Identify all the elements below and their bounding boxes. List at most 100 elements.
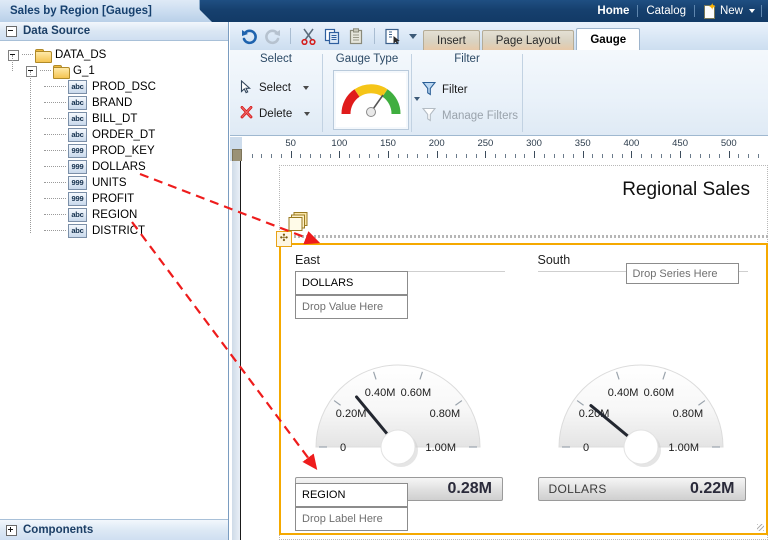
ruler-tick xyxy=(456,154,458,158)
tree-item-dollars[interactable]: 999 DOLLARS xyxy=(8,159,228,175)
move-cross-icon[interactable]: ✣ xyxy=(276,231,292,247)
tree-item-label: UNITS xyxy=(92,177,127,189)
label-field-box[interactable]: REGION xyxy=(295,483,408,507)
report-canvas[interactable]: Regional Sales ✣ East DOLLARS Drop Value H… xyxy=(230,161,768,540)
gauge-widget[interactable]: 0 0.20M 0.40M 0.60M 0.80M 1.00M xyxy=(546,325,736,475)
tab-label: Insert xyxy=(437,34,466,47)
chevron-down-icon[interactable] xyxy=(406,26,420,47)
gauge-chart-container[interactable]: East DOLLARS Drop Value Here 0 0.20M 0.40M 0.6… xyxy=(279,243,768,535)
components-title: Components xyxy=(23,524,94,536)
tab-gauge[interactable]: Gauge xyxy=(576,28,641,50)
tab-label: Page Layout xyxy=(495,34,561,47)
ruler-tick xyxy=(465,154,467,158)
ruler-tick xyxy=(699,154,701,158)
copy-icon[interactable] xyxy=(322,26,343,47)
document-tab[interactable]: Sales by Region [Gauges] xyxy=(0,0,200,22)
drop-series-here-box[interactable]: Drop Series Here xyxy=(625,263,739,284)
ruler-tick xyxy=(475,154,477,158)
ruler-tick xyxy=(514,154,516,158)
drop-label-here-box[interactable]: Drop Label Here xyxy=(295,507,408,531)
select-button[interactable]: Select xyxy=(230,75,322,101)
collapse-minus-icon[interactable] xyxy=(6,25,17,37)
drop-value-here-box[interactable]: Drop Value Here xyxy=(295,295,408,319)
manage-filters-button: Manage Filters xyxy=(412,103,522,129)
delete-button[interactable]: Delete xyxy=(230,101,322,127)
ruler-label: 300 xyxy=(526,138,542,149)
section-divider xyxy=(290,235,768,238)
ruler-tick xyxy=(543,154,545,158)
paste-icon[interactable] xyxy=(346,26,367,47)
ruler-tick xyxy=(621,154,623,158)
gauge-series-label: DOLLARS xyxy=(548,482,607,496)
tree-item-order_dt[interactable]: abc ORDER_DT xyxy=(8,127,228,143)
filter-button-label: Filter xyxy=(442,84,468,96)
ruler-tick xyxy=(251,154,253,158)
ruler-tick xyxy=(553,154,555,158)
tree-item-g_1[interactable]: G_1 xyxy=(8,63,228,79)
tree-item-brand[interactable]: abc BRAND xyxy=(8,95,228,111)
ribbon-group-gauge-type: Gauge Type xyxy=(323,50,420,136)
tree-item-prod_dsc[interactable]: abc PROD_DSC xyxy=(8,79,228,95)
cut-icon[interactable] xyxy=(298,26,319,47)
ruler-tick xyxy=(757,154,759,158)
ruler-tick xyxy=(485,151,487,158)
ruler-tick xyxy=(631,151,633,158)
ruler-tick xyxy=(446,154,448,158)
ruler-tick xyxy=(641,154,643,158)
ruler-label: 250 xyxy=(477,138,494,149)
nav-catalog-link[interactable]: Catalog xyxy=(638,5,694,17)
tab-insert[interactable]: Insert xyxy=(423,30,480,50)
gauge-hub xyxy=(623,429,658,465)
chevron-down-icon[interactable] xyxy=(304,112,311,116)
gauge-region-east[interactable]: East DOLLARS Drop Value Here 0 0.20M 0.40M 0.6… xyxy=(281,245,524,533)
funnel-outline-icon xyxy=(421,107,437,125)
ruler-tick xyxy=(495,154,497,158)
ruler-tick xyxy=(602,154,604,158)
nav-home-link[interactable]: Home xyxy=(589,5,637,17)
gauge-value-text: 0.28M xyxy=(447,480,492,497)
tree-item-prod_key[interactable]: 999 PROD_KEY xyxy=(8,143,228,159)
undo-icon[interactable] xyxy=(238,26,259,47)
nav-separator-3 xyxy=(761,5,762,17)
filter-button[interactable]: Filter xyxy=(412,77,522,103)
region-name-east: East xyxy=(295,253,321,267)
gauge-tick-label: 0 xyxy=(583,442,589,454)
value-field-box[interactable]: DOLLARS xyxy=(295,271,408,295)
gauge-type-button[interactable] xyxy=(333,70,420,130)
ruler-tick xyxy=(582,151,584,158)
folder-icon xyxy=(53,65,70,79)
gauge-hub xyxy=(380,429,416,465)
resize-grip-icon[interactable] xyxy=(757,524,764,531)
components-panel-header[interactable]: Components xyxy=(0,519,228,540)
tree-item-label: PROFIT xyxy=(92,193,135,205)
ruler-tick xyxy=(378,154,380,158)
expand-plus-icon[interactable] xyxy=(6,524,17,536)
text-field-icon: abc xyxy=(68,96,87,110)
ruler-tick xyxy=(368,154,370,158)
tab-page-layout[interactable]: Page Layout xyxy=(481,30,575,50)
tree-item-region[interactable]: abc REGION xyxy=(8,207,228,223)
ruler-tick xyxy=(407,154,409,158)
tree-item-data_ds[interactable]: DATA_DS xyxy=(8,47,228,63)
data-source-header[interactable]: Data Source xyxy=(0,22,228,41)
horizontal-ruler[interactable]: 50 100 150 200 250 300 350 400 450 500 xyxy=(230,137,768,162)
tree-item-district[interactable]: abc DISTRICT xyxy=(8,223,228,239)
nav-new-button[interactable]: ✦ New xyxy=(695,2,761,19)
ruler-tick xyxy=(319,154,321,158)
tree-item-label: BRAND xyxy=(92,97,133,109)
select-button-label: Select xyxy=(259,82,291,94)
gauge-tick-label: 0.60M xyxy=(401,387,432,399)
gauge-tick-label: 0.80M xyxy=(430,408,461,420)
ruler-tick xyxy=(524,154,526,158)
select-all-icon[interactable] xyxy=(382,26,403,47)
tree-item-profit[interactable]: 999 PROFIT xyxy=(8,191,228,207)
tree-connector xyxy=(22,54,33,56)
ruler-label: 350 xyxy=(574,138,591,149)
gauge-widget[interactable]: 0 0.20M 0.40M 0.60M 0.80M 1.00M xyxy=(303,325,493,475)
chevron-down-icon[interactable] xyxy=(302,86,309,90)
data-source-tree[interactable]: DATA_DS G_1 abc PROD_DSC abc BRAND abc BILL_DT a… xyxy=(0,41,228,519)
tree-item-bill_dt[interactable]: abc BILL_DT xyxy=(8,111,228,127)
gauge-region-south[interactable]: South Drop Series Here 0 0.20M 0.40M 0.60M 0.8… xyxy=(524,245,767,533)
tree-item-units[interactable]: 999 UNITS xyxy=(8,175,228,191)
tree-connector xyxy=(40,70,51,72)
